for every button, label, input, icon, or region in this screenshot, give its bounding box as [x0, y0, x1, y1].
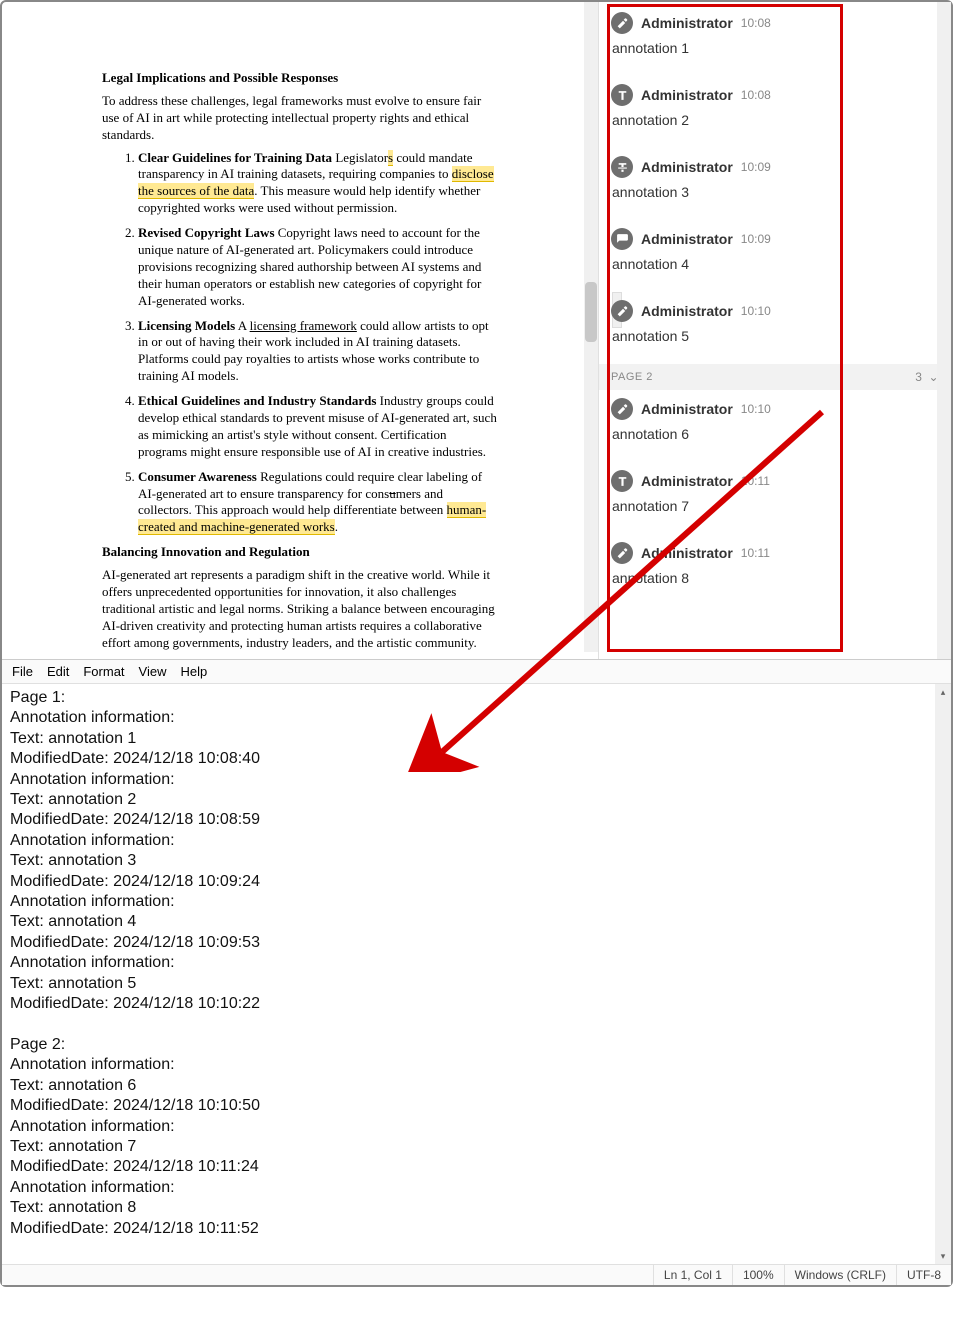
list-item: Revised Copyright Laws Copyright laws ne…: [138, 225, 498, 309]
annotation-text: annotation 8: [611, 570, 939, 586]
ordered-list: Clear Guidelines for Training Data Legis…: [102, 150, 498, 537]
status-encoding: UTF-8: [896, 1265, 951, 1285]
underline-text: licensing framework: [250, 318, 357, 333]
annotation-user: Administrator: [641, 231, 733, 247]
annotation-user: Administrator: [641, 545, 733, 561]
annotation-type-icon: [611, 12, 633, 34]
annotation-user: Administrator: [641, 303, 733, 319]
document-pane: Legal Implications and Possible Response…: [2, 2, 598, 659]
heading-legal: Legal Implications and Possible Response…: [102, 70, 498, 87]
page-label: PAGE 2: [611, 371, 653, 383]
status-position: Ln 1, Col 1: [653, 1265, 732, 1285]
annotation-type-icon: [611, 398, 633, 420]
notepad-window: File Edit Format View Help Page 1: Annot…: [2, 659, 951, 1285]
annotation-item[interactable]: Administrator 10:10 annotation 5: [599, 292, 951, 364]
menu-view[interactable]: View: [139, 664, 167, 679]
annotation-time: 10:09: [741, 232, 771, 246]
annotation-time: 10:09: [741, 160, 771, 174]
page-separator[interactable]: PAGE 23⌄: [599, 364, 951, 390]
annotation-time: 10:11: [741, 474, 770, 488]
annotation-text: annotation 6: [611, 426, 939, 442]
list-item: Clear Guidelines for Training Data Legis…: [138, 150, 498, 218]
scroll-down-icon[interactable]: ▾: [935, 1248, 951, 1264]
menu-edit[interactable]: Edit: [47, 664, 69, 679]
notepad-scrollbar[interactable]: ▴ ▾: [935, 684, 951, 1264]
annotation-time: 10:08: [741, 88, 771, 102]
list-item: Licensing Models A licensing framework c…: [138, 318, 498, 386]
annotation-time: 10:10: [741, 402, 771, 416]
paragraph-balance-1: AI-generated art represents a paradigm s…: [102, 567, 498, 651]
status-line-ending: Windows (CRLF): [784, 1265, 896, 1285]
annotation-time: 10:10: [741, 304, 771, 318]
list-item: Ethical Guidelines and Industry Standard…: [138, 393, 498, 461]
menu-file[interactable]: File: [12, 664, 33, 679]
annotation-user: Administrator: [641, 87, 733, 103]
annotation-text: annotation 7: [611, 498, 939, 514]
annotation-type-icon: [611, 542, 633, 564]
annotations-scrollbar[interactable]: [937, 2, 951, 659]
menu-help[interactable]: Help: [180, 664, 207, 679]
annotation-user: Administrator: [641, 159, 733, 175]
annotation-time: 10:11: [741, 546, 770, 560]
annotation-type-icon: [611, 470, 633, 492]
annotation-time: 10:08: [741, 16, 771, 30]
scroll-up-icon[interactable]: ▴: [935, 684, 951, 700]
annotation-text: annotation 3: [611, 184, 939, 200]
scrollbar-thumb[interactable]: [585, 282, 597, 342]
annotation-item[interactable]: Administrator 10:09 annotation 3: [599, 148, 951, 220]
annotation-item[interactable]: Administrator 10:08 annotation 1: [599, 4, 951, 76]
menu-bar: File Edit Format View Help: [2, 660, 951, 684]
annotation-type-icon: [611, 84, 633, 106]
status-zoom: 100%: [732, 1265, 784, 1285]
annotation-item[interactable]: Administrator 10:11 annotation 7: [599, 462, 951, 534]
annotation-item[interactable]: Administrator 10:09 annotation 4: [599, 220, 951, 292]
paragraph-intro: To address these challenges, legal frame…: [102, 93, 498, 144]
annotation-type-icon: [611, 300, 633, 322]
annotation-item[interactable]: Administrator 10:08 annotation 2: [599, 76, 951, 148]
document-content: Legal Implications and Possible Response…: [12, 12, 588, 659]
annotation-text: annotation 2: [611, 112, 939, 128]
menu-format[interactable]: Format: [83, 664, 124, 679]
heading-balance: Balancing Innovation and Regulation: [102, 544, 498, 561]
notepad-text-area[interactable]: Page 1: Annotation information: Text: an…: [2, 684, 951, 1264]
annotation-user: Administrator: [641, 15, 733, 31]
annotation-item[interactable]: Administrator 10:11 annotation 8: [599, 534, 951, 606]
annotation-user: Administrator: [641, 401, 733, 417]
annotation-type-icon: [611, 156, 633, 178]
document-scrollbar[interactable]: [584, 2, 598, 652]
annotations-pane: Administrator10:08annotation 1Administra…: [598, 2, 951, 659]
annotation-type-icon: [611, 228, 633, 250]
page-count: 3: [915, 370, 922, 384]
annotation-text: annotation 4: [611, 256, 939, 272]
status-bar: Ln 1, Col 1 100% Windows (CRLF) UTF-8: [2, 1264, 951, 1285]
annotation-text: annotation 5: [611, 328, 939, 344]
list-item: Consumer Awareness Regulations could req…: [138, 469, 498, 537]
annotation-user: Administrator: [641, 473, 733, 489]
annotation-item[interactable]: Administrator 10:10 annotation 6: [599, 390, 951, 462]
annotation-text: annotation 1: [611, 40, 939, 56]
